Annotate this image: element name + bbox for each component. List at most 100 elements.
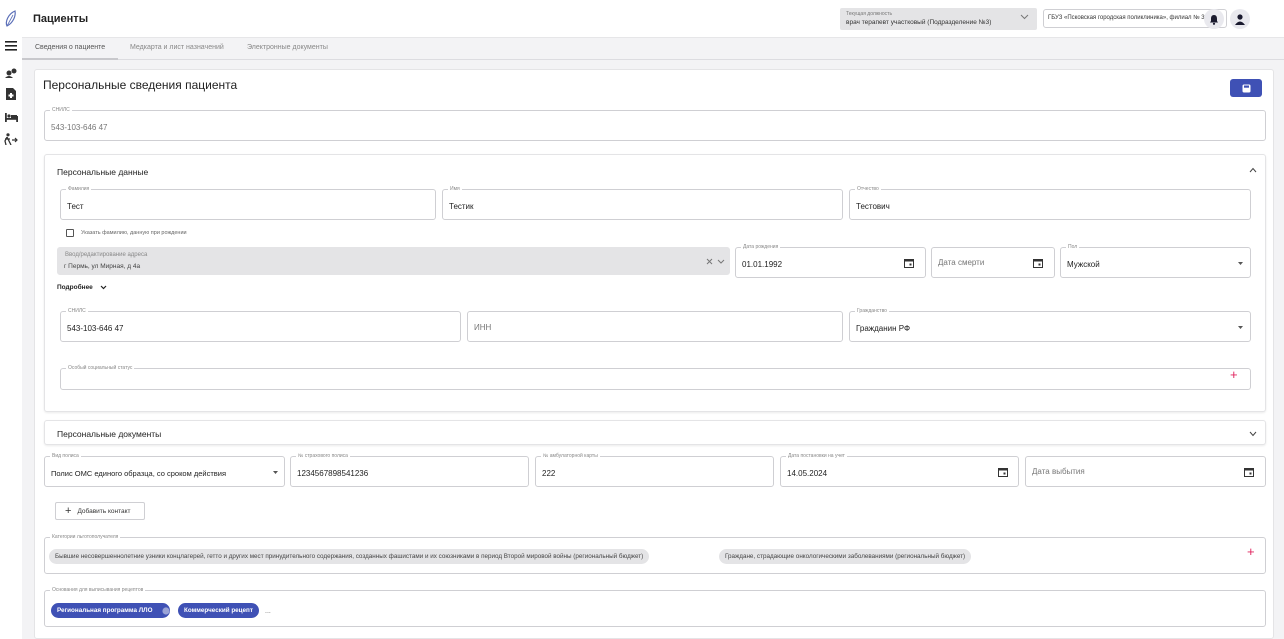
calendar-icon[interactable]	[1033, 258, 1043, 268]
dropdown-arrow-icon	[1238, 262, 1243, 265]
plus-icon: +	[65, 505, 72, 517]
leave-date-field[interactable]: Дата выбытия	[1025, 456, 1266, 487]
calendar-icon[interactable]	[904, 258, 914, 268]
save-button[interactable]	[1230, 79, 1262, 97]
address-field[interactable]: Ввод/редактирование адреса г Пермь, ул М…	[57, 247, 730, 275]
profile-button[interactable]	[1230, 9, 1250, 29]
card-number-field[interactable]: № амбулаторной карты 222	[535, 453, 774, 487]
card-number-label: № амбулаторной карты	[541, 453, 600, 459]
gender-label: Пол	[1066, 244, 1080, 250]
snils-top-label: СНИЛС	[50, 107, 72, 113]
address-label: Ввод/редактирование адреса	[65, 252, 148, 258]
snils-top-value: 543-103-646 47	[51, 123, 108, 132]
save-icon	[1242, 84, 1250, 92]
prescription-chip[interactable]: Региональная программа ЛЛО	[51, 603, 171, 618]
policy-type-label: Вид полиса	[50, 453, 81, 459]
menu-icon[interactable]	[3, 38, 19, 54]
personal-data-title[interactable]: Персональные данные	[57, 167, 148, 177]
benefit-chip[interactable]: Бывшие несовершеннолетние узники концлаг…	[49, 549, 650, 564]
snils-top-field[interactable]: СНИЛС 543-103-646 47	[44, 107, 1266, 141]
dropdown-arrow-icon	[1238, 326, 1243, 329]
benefit-categories-label: Категории льготополучателя	[50, 534, 121, 540]
social-status-label: Особый социальный статус	[66, 365, 135, 371]
notifications-button[interactable]	[1204, 9, 1224, 29]
add-benefit-icon[interactable]: +	[1247, 545, 1255, 558]
birth-date-label: Дата рождения	[741, 244, 781, 250]
left-sidebar	[0, 0, 22, 639]
calendar-icon[interactable]	[1244, 467, 1254, 477]
policy-type-select[interactable]: Вид полиса Полис ОМС единого образца, со…	[44, 453, 285, 487]
main-title: Персональные сведения пациента	[43, 78, 238, 92]
patronymic-field[interactable]: Отчество Тестович	[849, 186, 1251, 220]
users-group-icon[interactable]	[3, 64, 19, 80]
add-contact-button[interactable]: + Добавить контакт	[55, 502, 145, 520]
gender-select[interactable]: Пол Мужской	[1060, 244, 1251, 278]
chevron-down-icon[interactable]	[100, 285, 107, 290]
clear-icon[interactable]	[706, 258, 713, 265]
organization-field[interactable]: ГБУЗ «Псковская городская поликлиника», …	[1043, 9, 1227, 28]
more-chips-indicator: ...	[265, 608, 271, 615]
tabs-bar: Сведения о пациенте Медкарта и лист назн…	[22, 38, 1284, 60]
current-post-value: врач терапевт участковый (Подразделение …	[846, 19, 992, 26]
insurance-number-value: 1234567898541236	[297, 469, 369, 478]
hospital-bed-icon[interactable]	[3, 109, 19, 125]
gender-value: Мужской	[1067, 260, 1100, 269]
death-date-placeholder: Дата смерти	[938, 258, 985, 267]
citizenship-label: Гражданство	[855, 308, 889, 314]
registration-date-value: 14.05.2024	[787, 469, 828, 478]
chevron-down-icon[interactable]	[717, 259, 725, 264]
current-post-label: Текущая должность	[846, 11, 893, 17]
surname-field[interactable]: Фамилия Тест	[60, 186, 436, 220]
patronymic-value: Тестович	[856, 202, 890, 211]
leave-date-placeholder: Дата выбытия	[1032, 467, 1085, 476]
chevron-up-icon[interactable]	[1249, 167, 1257, 173]
patient-transfer-icon[interactable]	[3, 131, 19, 147]
snils-field[interactable]: СНИЛС 543-103-646 47	[60, 308, 461, 342]
name-label: Имя	[448, 186, 462, 192]
add-document-icon[interactable]	[3, 86, 19, 102]
personal-documents-title[interactable]: Персональные документы	[57, 429, 161, 439]
app-logo-icon	[5, 10, 16, 27]
registration-date-label: Дата постановки на учет	[786, 453, 847, 459]
tab-medcard[interactable]: Медкарта и лист назначений	[130, 44, 224, 51]
name-field[interactable]: Имя Тестик	[442, 186, 843, 220]
add-social-status-icon[interactable]: +	[1230, 368, 1238, 381]
birth-date-value: 01.01.1992	[742, 260, 783, 269]
policy-type-value: Полис ОМС единого образца, со сроком дей…	[51, 469, 227, 478]
chip-remove-icon[interactable]	[162, 607, 170, 615]
surname-value: Тест	[67, 202, 84, 211]
benefit-categories-field[interactable]: Категории льготополучателя Бывшие несове…	[44, 534, 1266, 574]
birth-date-field[interactable]: Дата рождения 01.01.1992	[735, 244, 926, 278]
personal-data-section: Персональные данные Фамилия Тест Имя Тес…	[44, 154, 1266, 412]
death-date-field[interactable]: Дата смерти	[931, 247, 1055, 278]
prescription-chip[interactable]: Коммерческий рецепт	[178, 603, 259, 618]
dropdown-arrow-icon	[273, 471, 278, 474]
chevron-down-icon[interactable]	[1249, 431, 1257, 437]
citizenship-select[interactable]: Гражданство Гражданин РФ	[849, 308, 1251, 342]
tab-patient-info[interactable]: Сведения о пациенте	[35, 44, 105, 51]
registration-date-field[interactable]: Дата постановки на учет 14.05.2024	[780, 453, 1019, 487]
insurance-number-field[interactable]: № страхового полиса 1234567898541236	[290, 453, 529, 487]
social-status-field[interactable]: Особый социальный статус +	[60, 365, 1251, 390]
birth-surname-checkbox[interactable]	[66, 229, 74, 237]
insurance-number-label: № страхового полиса	[296, 453, 350, 459]
benefit-chip[interactable]: Граждане, страдающие онкологическими заб…	[719, 549, 972, 564]
prescription-reasons-field[interactable]: Основания для выписывания рецептов Регио…	[44, 587, 1266, 627]
citizenship-value: Гражданин РФ	[856, 324, 911, 333]
address-value: г Пермь, ул Мирная, д 4а	[64, 263, 141, 270]
user-icon	[1235, 13, 1245, 25]
tab-electronic-docs[interactable]: Электронные документы	[247, 44, 328, 51]
calendar-icon[interactable]	[998, 467, 1008, 477]
snils-label: СНИЛС	[66, 308, 88, 314]
inn-placeholder: ИНН	[474, 323, 492, 332]
bell-icon	[1210, 14, 1218, 25]
snils-value: 543-103-646 47	[67, 324, 124, 333]
active-tab-indicator	[22, 58, 118, 60]
surname-label: Фамилия	[66, 186, 92, 192]
current-post-select[interactable]: Текущая должность врач терапевт участков…	[840, 8, 1037, 30]
personal-documents-section[interactable]: Персональные документы	[44, 420, 1266, 445]
chevron-down-icon	[1020, 14, 1029, 20]
add-contact-label: Добавить контакт	[77, 507, 131, 515]
more-toggle[interactable]: Подробнее	[57, 284, 93, 291]
inn-field[interactable]: ИНН	[467, 311, 843, 342]
